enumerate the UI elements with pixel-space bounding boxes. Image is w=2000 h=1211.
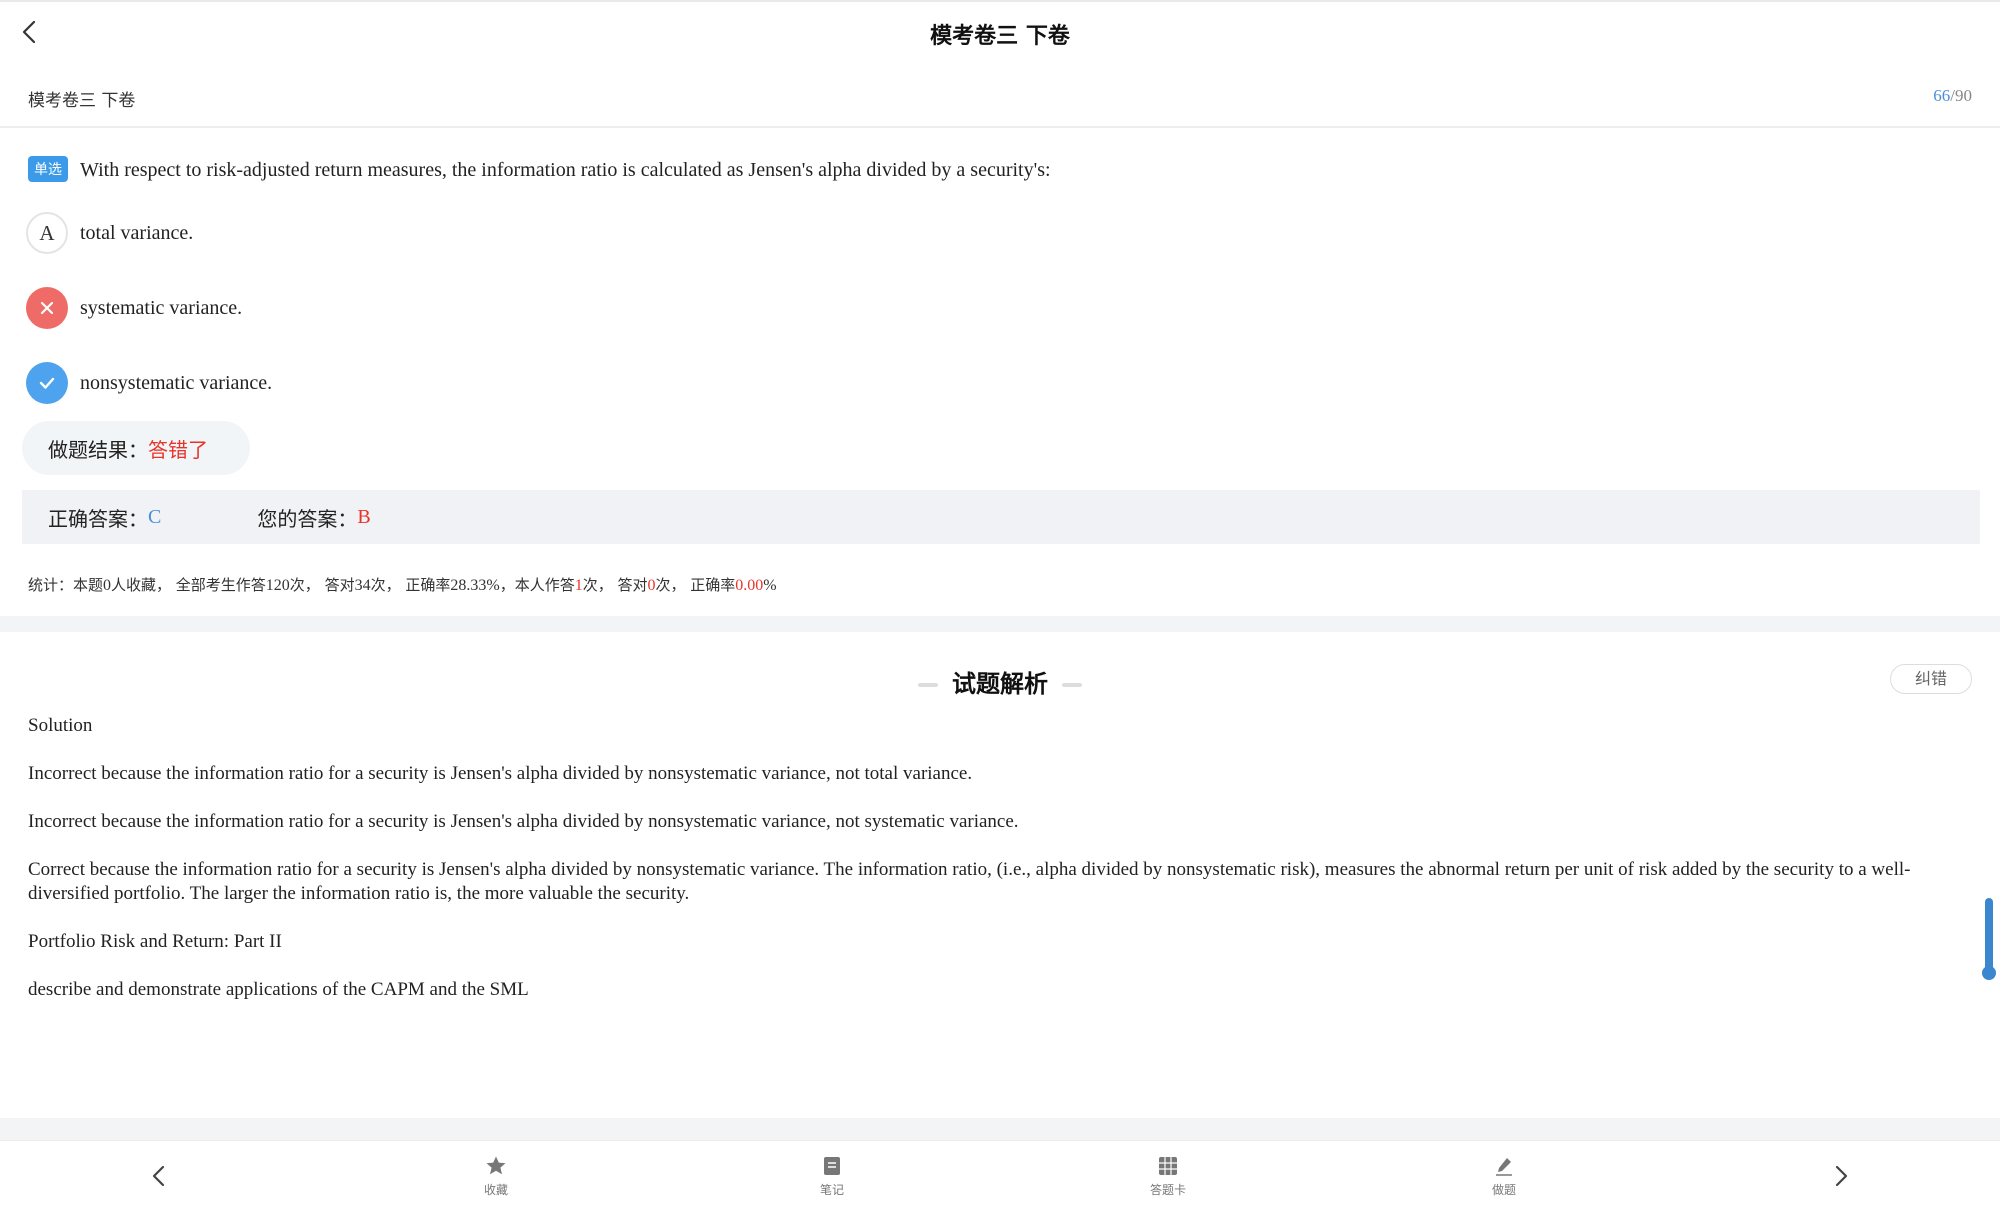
correct-answer-label: 正确答案：	[48, 506, 148, 531]
question-stem: 单选 With respect to risk-adjusted return m…	[28, 156, 1968, 182]
stats-text: 人收藏， 全部考生作答	[111, 576, 266, 594]
bottom-divider	[0, 1118, 2000, 1140]
bottom-toolbar: 收藏 笔记 答题卡 做题	[0, 1140, 2000, 1211]
pencil-icon	[1493, 1155, 1515, 1177]
current-question-number: 66	[1933, 86, 1951, 105]
analysis-paragraph: describe and demonstrate applications of…	[28, 979, 529, 1000]
practice-label: 做题	[1491, 1183, 1516, 1197]
exam-name: 模考卷三 下卷	[28, 91, 136, 111]
star-icon	[485, 1155, 507, 1177]
stats-text: 次， 答对	[289, 576, 355, 594]
total-questions: /90	[1950, 86, 1972, 105]
wrong-x-icon	[26, 287, 68, 329]
report-error-button[interactable]: 纠错	[1890, 664, 1972, 694]
top-bar: 模考卷三 下卷	[0, 0, 2000, 66]
stats-text: %	[763, 577, 777, 594]
analysis-heading: 试题解析	[0, 664, 2000, 699]
result-value: 答错了	[148, 437, 208, 462]
notes-button[interactable]: 笔记	[792, 1155, 872, 1198]
stats-text: 次， 正确率	[370, 576, 451, 594]
analysis-body: Solution Incorrect because the informati…	[28, 714, 1972, 1026]
next-question-icon[interactable]	[1826, 1161, 1856, 1191]
option-text: systematic variance.	[80, 296, 243, 319]
analysis-paragraph: Incorrect because the information ratio …	[28, 763, 973, 784]
scrollbar[interactable]	[1982, 898, 1996, 980]
option-letter-a: A	[26, 212, 68, 254]
option-c[interactable]: nonsystematic variance.	[26, 361, 272, 405]
practice-button[interactable]: 做题	[1464, 1155, 1544, 1198]
favorite-label: 收藏	[483, 1183, 508, 1197]
analysis-paragraph: Portfolio Risk and Return: Part II	[28, 931, 282, 952]
analysis-paragraph: Correct because the information ratio fo…	[28, 859, 1911, 904]
stats-favorites-count: 0	[103, 577, 112, 594]
answer-card-button[interactable]: 答题卡	[1128, 1155, 1208, 1198]
favorite-button[interactable]: 收藏	[456, 1155, 536, 1198]
question-text: With respect to risk-adjusted return mea…	[80, 159, 1051, 181]
stats-text: ，本人作答	[499, 576, 575, 594]
analysis-paragraph: Incorrect because the information ratio …	[28, 811, 1019, 832]
analysis-title: 试题解析	[952, 670, 1048, 698]
check-icon	[26, 362, 68, 404]
result-label: 做题结果：	[48, 437, 148, 462]
your-answer-value: B	[357, 505, 371, 528]
heading-dash	[918, 683, 938, 687]
answer-summary: 正确答案： C 您的答案： B	[22, 490, 1980, 544]
option-a[interactable]: A total variance.	[26, 211, 193, 255]
analysis-paragraph: Solution	[28, 715, 93, 736]
question-progress: 66/90	[1933, 86, 1972, 106]
section-divider	[0, 616, 2000, 632]
stats-text: 统计：本题	[28, 576, 104, 594]
result-badge: 做题结果： 答错了	[22, 421, 250, 475]
option-b[interactable]: systematic variance.	[26, 286, 242, 330]
question-type-badge: 单选	[28, 156, 68, 182]
answer-statistics: 统计：本题0人收藏， 全部考生作答120次， 答对34次， 正确率28.33%，…	[28, 574, 777, 595]
page-title: 模考卷三 下卷	[930, 24, 1070, 49]
notebook-icon	[821, 1155, 843, 1177]
stats-text: 次， 正确率	[655, 576, 736, 594]
grid-icon	[1157, 1155, 1179, 1177]
correct-answer-value: C	[148, 505, 162, 528]
previous-question-icon[interactable]	[144, 1161, 174, 1191]
stats-my-attempts: 1	[574, 577, 583, 594]
exam-subheader: 模考卷三 下卷 66/90	[0, 66, 2000, 128]
stats-text: 次， 答对	[582, 576, 648, 594]
answer-card-label: 答题卡	[1149, 1183, 1186, 1197]
stats-all-correct: 34	[354, 577, 371, 594]
stats-all-attempts: 120	[265, 577, 290, 594]
stats-my-rate: 0.00	[735, 577, 764, 594]
heading-dash	[1062, 683, 1082, 687]
option-text: total variance.	[80, 221, 194, 244]
stats-all-rate: 28.33%	[450, 577, 500, 594]
option-text: nonsystematic variance.	[80, 371, 273, 394]
your-answer-label: 您的答案：	[257, 506, 358, 531]
notes-label: 笔记	[819, 1183, 844, 1197]
